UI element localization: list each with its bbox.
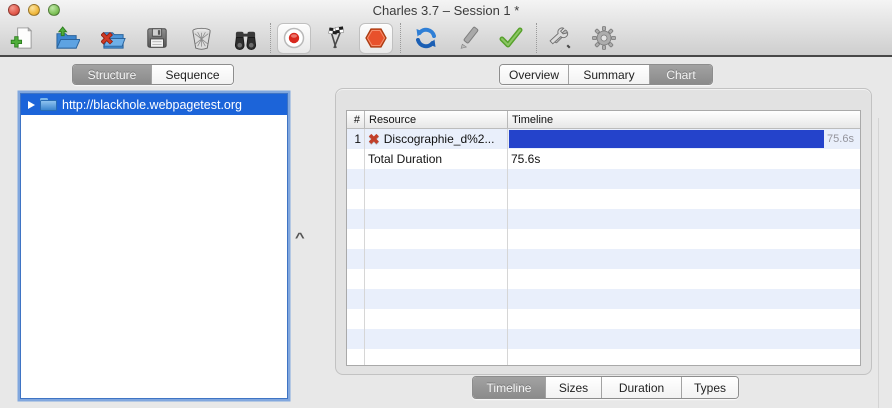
table-row-empty[interactable] xyxy=(347,249,860,269)
tab-sizes[interactable]: Sizes xyxy=(545,377,601,398)
repeat-icon[interactable] xyxy=(413,25,439,51)
resource-name: Discographie_d%2... xyxy=(383,132,495,146)
timeline-chart-table[interactable]: # Resource Timeline 1 ✖ Discographie_d%2… xyxy=(346,110,861,366)
table-row-total[interactable]: Total Duration 75.6s xyxy=(347,149,860,169)
compose-icon[interactable] xyxy=(456,25,482,51)
settings-gear-icon[interactable] xyxy=(591,25,617,51)
left-panel-tabs: Structure Sequence xyxy=(72,64,234,85)
breakpoints-button[interactable] xyxy=(359,22,393,54)
structure-tree[interactable]: http://blackhole.webpagetest.org xyxy=(20,93,288,399)
failed-request-icon: ✖ xyxy=(368,131,380,147)
window-chrome: Charles 3.7 – Session 1 * xyxy=(0,0,892,57)
table-row-empty[interactable] xyxy=(347,169,860,189)
table-header: # Resource Timeline xyxy=(347,111,860,129)
chart-type-tabs: Timeline Sizes Duration Types xyxy=(472,376,739,399)
find-icon[interactable] xyxy=(232,25,258,51)
tab-sequence[interactable]: Sequence xyxy=(151,65,233,84)
window-edge xyxy=(878,118,879,408)
table-row-resource[interactable]: 1 ✖ Discographie_d%2... 75.6s xyxy=(347,129,860,149)
splitter-handle[interactable]: ^ xyxy=(295,230,305,245)
tools-icon[interactable] xyxy=(545,25,575,51)
column-header-resource[interactable]: Resource xyxy=(364,111,507,128)
toolbar-separator xyxy=(400,23,401,53)
tab-structure[interactable]: Structure xyxy=(73,65,151,84)
right-panel-tabs: Overview Summary Chart xyxy=(499,64,713,85)
clear-session-icon[interactable] xyxy=(188,25,214,51)
table-row-empty[interactable] xyxy=(347,349,860,365)
title-bar[interactable]: Charles 3.7 – Session 1 * xyxy=(0,0,892,20)
tree-item-label: http://blackhole.webpagetest.org xyxy=(62,97,242,112)
tab-chart[interactable]: Chart xyxy=(649,65,712,84)
toolbar-separator xyxy=(536,23,537,53)
table-row-empty[interactable] xyxy=(347,209,860,229)
tree-item-host[interactable]: http://blackhole.webpagetest.org xyxy=(21,94,287,115)
total-duration-value: 75.6s xyxy=(511,152,541,166)
validate-icon[interactable] xyxy=(498,25,524,51)
table-row-empty[interactable] xyxy=(347,189,860,209)
timeline-bar-label: 75.6s xyxy=(827,133,854,145)
close-session-icon[interactable] xyxy=(100,25,126,51)
breakpoints-icon xyxy=(365,28,387,48)
tab-duration[interactable]: Duration xyxy=(601,377,681,398)
total-duration-label: Total Duration xyxy=(368,152,443,166)
row-number: 1 xyxy=(354,132,361,146)
window-title: Charles 3.7 – Session 1 * xyxy=(372,3,520,18)
throttling-flags-icon[interactable] xyxy=(323,25,349,51)
open-session-icon[interactable] xyxy=(54,25,80,51)
toolbar xyxy=(0,20,617,56)
tab-types[interactable]: Types xyxy=(681,377,738,398)
main-content: Structure Sequence http://blackhole.webp… xyxy=(0,59,892,408)
tab-summary[interactable]: Summary xyxy=(568,65,649,84)
new-session-icon[interactable] xyxy=(8,25,34,51)
save-session-icon[interactable] xyxy=(144,25,170,51)
folder-icon xyxy=(40,98,57,111)
disclosure-triangle-icon[interactable] xyxy=(28,100,35,109)
table-row-empty[interactable] xyxy=(347,289,860,309)
toolbar-separator xyxy=(270,23,271,53)
record-button[interactable] xyxy=(277,22,311,54)
table-row-empty[interactable] xyxy=(347,229,860,249)
tab-timeline[interactable]: Timeline xyxy=(473,377,545,398)
table-row-empty[interactable] xyxy=(347,269,860,289)
tab-overview[interactable]: Overview xyxy=(500,65,568,84)
column-header-num[interactable]: # xyxy=(347,111,364,128)
table-row-empty[interactable] xyxy=(347,329,860,349)
timeline-bar[interactable] xyxy=(509,130,825,148)
column-header-timeline[interactable]: Timeline xyxy=(507,111,860,128)
record-icon xyxy=(283,27,305,49)
table-row-empty[interactable] xyxy=(347,309,860,329)
chart-panel: # Resource Timeline 1 ✖ Discographie_d%2… xyxy=(335,88,872,375)
